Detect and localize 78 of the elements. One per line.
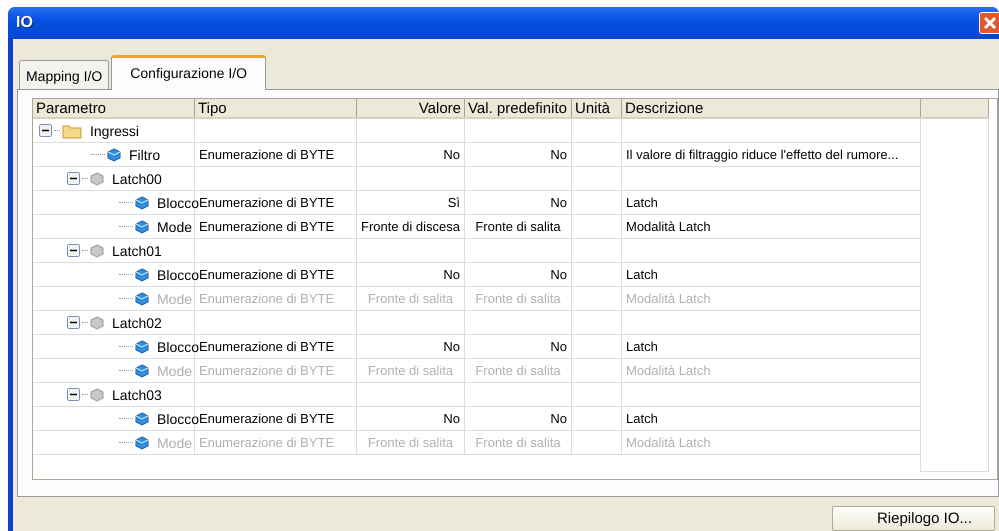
table-cell: Fronte di salita [368, 435, 454, 450]
cube-icon [90, 244, 104, 258]
tab[interactable]: Mapping I/O [19, 60, 110, 89]
table-cell: No [550, 195, 567, 210]
collapse-icon[interactable] [67, 244, 80, 257]
table-cell: Fronte di salita [368, 291, 454, 306]
table-cell: No [550, 411, 567, 426]
cube-icon [107, 148, 121, 162]
column-header[interactable]: Descrizione [622, 99, 920, 118]
table-cell: No [443, 411, 460, 426]
table-cell: Fronte di salita [475, 219, 561, 234]
parameter-name[interactable]: Ingressi [90, 122, 140, 138]
cube-icon [135, 220, 149, 234]
column-header[interactable]: Tipo [194, 99, 356, 118]
table-cell: Fronte di salita [368, 363, 454, 378]
cube-icon [135, 268, 149, 282]
parameter-name[interactable]: Latch00 [112, 170, 162, 186]
collapse-icon[interactable] [67, 316, 80, 329]
table-cell: Enumerazione di BYTE [199, 411, 334, 426]
table-cell: Latch [626, 195, 658, 210]
column-header[interactable]: Unità [572, 99, 622, 118]
cube-icon [135, 412, 149, 426]
parameter-name[interactable]: Blocco [157, 194, 200, 210]
parameter-name[interactable]: Filtro [129, 146, 160, 162]
collapse-icon[interactable] [39, 124, 52, 137]
table-cell: Fronte di discesa [361, 219, 460, 234]
tab[interactable]: Configurazione I/O [111, 55, 266, 90]
cube-icon [90, 316, 104, 330]
table-cell: Enumerazione di BYTE [199, 339, 334, 354]
table-cell: Enumerazione di BYTE [199, 363, 334, 378]
table-cell: No [550, 147, 567, 162]
parameter-name[interactable]: Mode [157, 218, 192, 234]
window-title: IO [16, 14, 33, 32]
table-cell: Latch [626, 267, 658, 282]
table-cell: Fronte di salita [475, 435, 561, 450]
table-cell: Fronte di salita [475, 363, 561, 378]
parameter-name[interactable]: Blocco [157, 410, 200, 426]
table-cell: No [443, 147, 460, 162]
parameter-name[interactable]: Latch03 [112, 386, 162, 402]
cube-icon [90, 388, 104, 402]
cube-icon [90, 172, 104, 186]
table-cell: No [443, 339, 460, 354]
table-cell: Sì [448, 195, 460, 210]
close-icon [983, 16, 997, 30]
folder-icon [62, 122, 82, 138]
table-cell: Modalità Latch [626, 219, 711, 234]
table-cell: Latch [626, 411, 658, 426]
parameter-name[interactable]: Blocco [157, 338, 200, 354]
close-button[interactable] [979, 12, 999, 34]
cube-icon [135, 292, 149, 306]
table-cell: Modalità Latch [626, 435, 711, 450]
collapse-icon[interactable] [67, 172, 80, 185]
table-cell: Enumerazione di BYTE [199, 291, 334, 306]
table-cell: Enumerazione di BYTE [199, 219, 334, 234]
cube-icon [135, 196, 149, 210]
summary-button[interactable]: Riepilogo IO... [832, 506, 995, 531]
table-cell: Il valore di filtraggio riduce l'effetto del rumore... [626, 147, 898, 162]
table-cell: No [550, 267, 567, 282]
column-header[interactable]: Val. predefinito [464, 99, 572, 118]
table-cell: Modalità Latch [626, 363, 711, 378]
table-cell: Enumerazione di BYTE [199, 147, 334, 162]
parameter-name[interactable]: Latch02 [112, 314, 162, 330]
cube-icon [135, 340, 149, 354]
parameter-name[interactable]: Latch01 [112, 242, 162, 258]
cube-icon [135, 364, 149, 378]
table-cell: Enumerazione di BYTE [199, 267, 334, 282]
table-cell: No [550, 339, 567, 354]
table-cell: Enumerazione di BYTE [199, 195, 334, 210]
table-cell: Modalità Latch [626, 291, 711, 306]
cube-icon [135, 436, 149, 450]
collapse-icon[interactable] [67, 388, 80, 401]
column-header[interactable]: Valore [356, 99, 464, 118]
table-cell: Fronte di salita [475, 291, 561, 306]
column-header[interactable]: Parametro [33, 99, 194, 118]
parameter-name[interactable]: Blocco [157, 266, 200, 282]
table-cell: No [443, 267, 460, 282]
table-cell: Enumerazione di BYTE [199, 435, 334, 450]
table-cell: Latch [626, 339, 658, 354]
